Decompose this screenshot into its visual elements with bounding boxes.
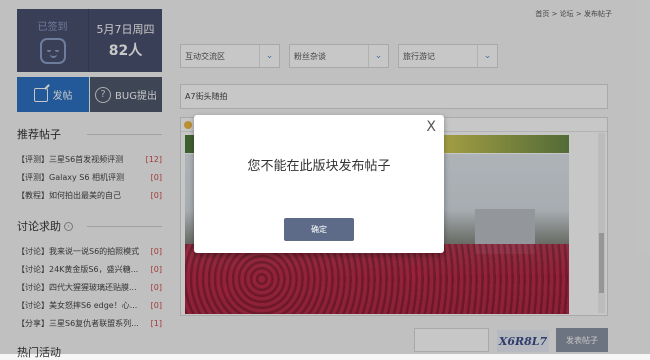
close-icon[interactable]: X: [426, 119, 436, 135]
dialog-message: 您不能在此版块发布帖子: [247, 159, 391, 174]
alert-dialog: X 您不能在此版块发布帖子 确定: [194, 115, 444, 253]
ok-button[interactable]: 确定: [284, 218, 354, 241]
